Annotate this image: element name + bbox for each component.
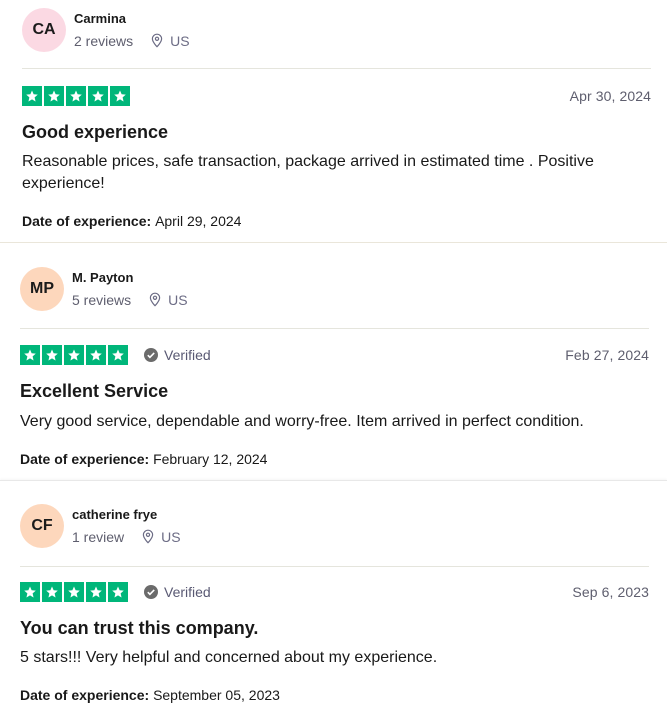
location: US — [161, 528, 181, 545]
star-icon — [110, 86, 130, 106]
review-text: 5 stars!!! Very helpful and concerned ab… — [20, 649, 438, 666]
verified-check-icon — [144, 585, 158, 599]
star-icon — [20, 345, 40, 365]
star-icon — [44, 86, 64, 106]
consumer-info[interactable]: MP M. Payton 5 reviews US — [20, 266, 188, 312]
review-card: CA Carmina 2 reviews US Apr 30, 2024 Goo… — [0, 0, 667, 242]
divider — [20, 328, 649, 329]
location-pin-icon — [142, 529, 154, 544]
date-of-experience: Date of experience: February 12, 2024 — [20, 450, 267, 468]
star-icon — [86, 582, 106, 602]
review-title[interactable]: Good experience — [22, 120, 168, 144]
star-icon — [86, 345, 106, 365]
avatar[interactable]: CA — [22, 8, 66, 52]
review-title[interactable]: You can trust this company. — [20, 616, 258, 640]
review-text: Very good service, dependable and worry-… — [20, 413, 584, 430]
star-rating — [22, 86, 130, 106]
review-date: Feb 27, 2024 — [565, 347, 649, 363]
divider — [22, 68, 651, 69]
verified-badge[interactable]: Verified — [144, 584, 211, 600]
verified-badge[interactable]: Verified — [144, 347, 211, 363]
verified-label: Verified — [164, 347, 211, 363]
star-icon — [88, 86, 108, 106]
date-of-experience-value: February 12, 2024 — [153, 451, 268, 467]
avatar[interactable]: MP — [20, 267, 64, 311]
review-count: 1 review — [72, 528, 125, 545]
consumer-info[interactable]: CF catherine frye 1 review US — [20, 503, 181, 549]
location-pin-icon — [149, 292, 161, 307]
consumer-name[interactable]: Carmina — [74, 10, 190, 28]
avatar[interactable]: CF — [20, 504, 64, 548]
date-of-experience-label: Date of experience: — [20, 451, 154, 467]
star-icon — [42, 582, 62, 602]
star-icon — [108, 345, 128, 365]
review-count: 5 reviews — [72, 291, 132, 308]
review-card: MP M. Payton 5 reviews US Verified Feb 2… — [0, 242, 667, 480]
date-of-experience-label: Date of experience: — [22, 213, 156, 229]
star-rating — [20, 345, 128, 365]
review-title[interactable]: Excellent Service — [20, 379, 168, 403]
location: US — [168, 291, 188, 308]
date-of-experience: Date of experience: September 05, 2023 — [20, 686, 280, 704]
review-card: CF catherine frye 1 review US Verified S… — [0, 480, 667, 713]
star-icon — [64, 345, 84, 365]
star-icon — [42, 345, 62, 365]
star-icon — [64, 582, 84, 602]
star-icon — [66, 86, 86, 106]
star-icon — [108, 582, 128, 602]
verified-check-icon — [144, 348, 158, 362]
verified-label: Verified — [164, 584, 211, 600]
review-text: Reasonable prices, safe transaction, pac… — [22, 153, 594, 192]
location-pin-icon — [151, 33, 163, 48]
date-of-experience: Date of experience: April 29, 2024 — [22, 212, 241, 230]
divider — [20, 566, 649, 567]
consumer-name[interactable]: catherine frye — [72, 506, 181, 524]
star-rating — [20, 582, 128, 602]
review-date: Apr 30, 2024 — [569, 88, 651, 104]
review-date: Sep 6, 2023 — [572, 584, 649, 600]
date-of-experience-value: April 29, 2024 — [155, 213, 242, 229]
consumer-info[interactable]: CA Carmina 2 reviews US — [22, 7, 190, 53]
star-icon — [20, 582, 40, 602]
star-icon — [22, 86, 42, 106]
location: US — [170, 32, 190, 49]
date-of-experience-label: Date of experience: — [20, 687, 154, 703]
consumer-name[interactable]: M. Payton — [72, 269, 188, 287]
date-of-experience-value: September 05, 2023 — [153, 687, 280, 703]
review-count: 2 reviews — [74, 32, 134, 49]
